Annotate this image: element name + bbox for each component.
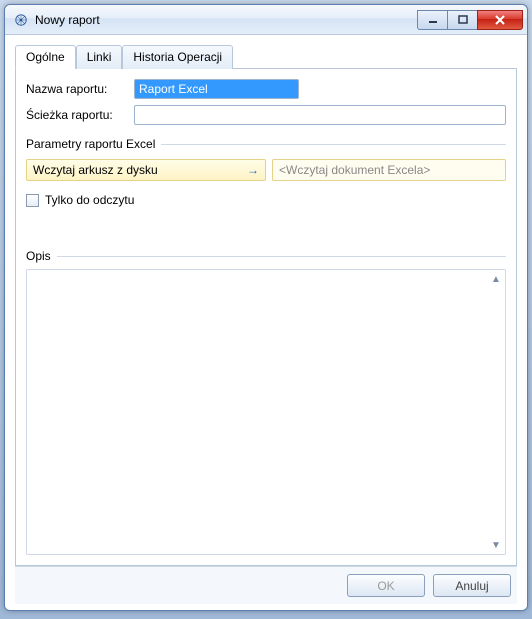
ok-button[interactable]: OK: [347, 574, 425, 597]
description-textarea[interactable]: ▲ ▼: [26, 269, 506, 555]
description-label: Opis: [26, 249, 51, 263]
client-area: Ogólne Linki Historia Operacji Nazwa rap…: [5, 35, 527, 610]
dialog-window: Nowy raport Ogólne Linki Historia Operac…: [4, 4, 528, 611]
tab-general[interactable]: Ogólne: [15, 45, 76, 69]
window-title: Nowy raport: [35, 13, 417, 27]
load-sheet-button-label: Wczytaj arkusz z dysku: [33, 163, 158, 177]
spacer: [26, 213, 506, 233]
readonly-checkbox[interactable]: [26, 194, 39, 207]
window-buttons: [417, 10, 523, 30]
report-path-input[interactable]: [134, 105, 506, 125]
row-report-path: Ścieżka raportu:: [26, 105, 506, 125]
minimize-button[interactable]: [417, 10, 447, 30]
scroll-down-icon[interactable]: ▼: [489, 538, 503, 552]
excel-params-group: Parametry raportu Excel: [26, 137, 506, 151]
readonly-label: Tylko do odczytu: [45, 193, 134, 207]
description-group: Opis: [26, 249, 506, 263]
load-document-field[interactable]: <Wczytaj dokument Excela>: [272, 159, 506, 181]
app-icon: [13, 12, 29, 28]
row-report-name: Nazwa raportu:: [26, 79, 506, 99]
titlebar[interactable]: Nowy raport: [5, 5, 527, 35]
report-name-input[interactable]: [134, 79, 299, 99]
load-row: Wczytaj arkusz z dysku → <Wczytaj dokume…: [26, 159, 506, 181]
readonly-row: Tylko do odczytu: [26, 193, 506, 207]
tab-panel-general: Nazwa raportu: Ścieżka raportu: Parametr…: [15, 69, 517, 566]
load-document-placeholder: <Wczytaj dokument Excela>: [279, 163, 430, 177]
report-path-label: Ścieżka raportu:: [26, 108, 126, 122]
report-name-label: Nazwa raportu:: [26, 82, 126, 96]
tab-strip: Ogólne Linki Historia Operacji: [15, 45, 517, 69]
close-button[interactable]: [477, 10, 523, 30]
load-sheet-button[interactable]: Wczytaj arkusz z dysku →: [26, 159, 266, 181]
dialog-footer: OK Anuluj: [15, 566, 517, 604]
maximize-button[interactable]: [447, 10, 477, 30]
tab-history[interactable]: Historia Operacji: [122, 45, 233, 69]
cancel-button[interactable]: Anuluj: [433, 574, 511, 597]
arrow-right-icon: →: [247, 163, 259, 177]
excel-params-group-label: Parametry raportu Excel: [26, 137, 155, 151]
scroll-up-icon[interactable]: ▲: [489, 272, 503, 286]
tab-links[interactable]: Linki: [76, 45, 123, 69]
